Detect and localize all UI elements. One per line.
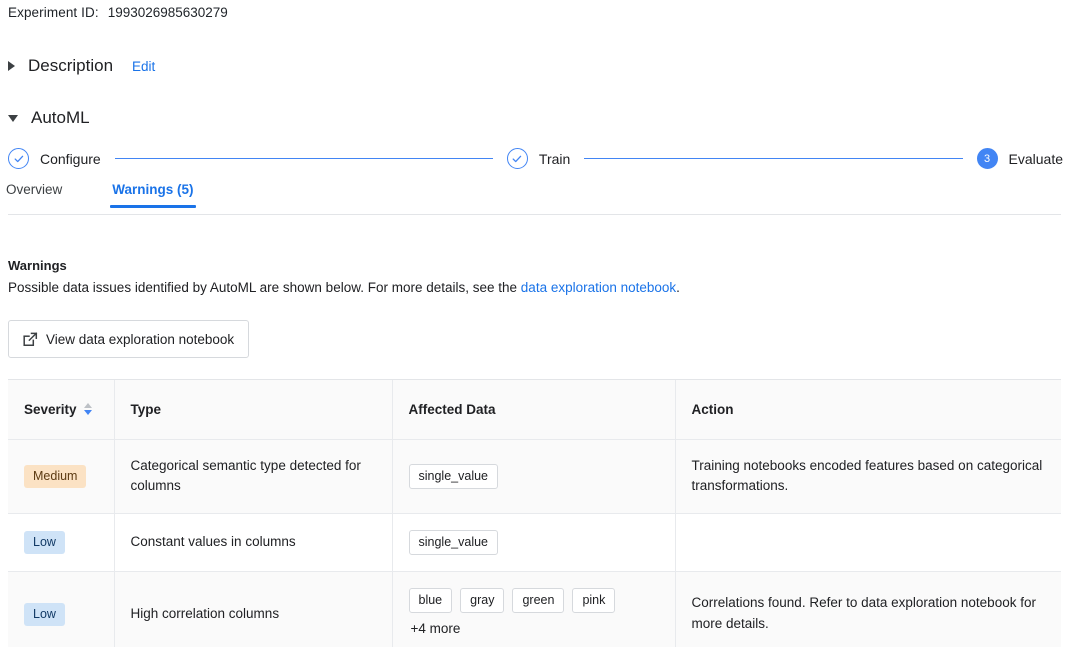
affected-data-chip: green bbox=[512, 588, 565, 614]
sort-up-arrow-icon bbox=[83, 403, 92, 409]
step-label-evaluate: Evaluate bbox=[1008, 150, 1064, 167]
description-section-header[interactable]: Description Edit bbox=[8, 56, 155, 76]
cell-affected-data: single_value bbox=[392, 439, 676, 514]
experiment-id-value: 1993026985630279 bbox=[107, 5, 228, 20]
step-number-badge: 3 bbox=[976, 148, 998, 169]
check-circle-icon bbox=[8, 148, 29, 169]
affected-data-more-link[interactable]: +4 more bbox=[411, 619, 461, 640]
chevron-right-icon[interactable] bbox=[8, 61, 15, 71]
step-train[interactable]: Train bbox=[506, 148, 571, 169]
view-notebook-button-label: View data exploration notebook bbox=[46, 331, 235, 347]
sort-down-arrow-icon bbox=[83, 410, 92, 416]
cell-severity: Low bbox=[8, 513, 115, 572]
tab-warnings[interactable]: Warnings (5) bbox=[110, 182, 196, 208]
table-row[interactable]: Low Constant values in columns single_va… bbox=[8, 513, 1061, 572]
tabs-divider bbox=[8, 214, 1061, 215]
cell-type: Categorical semantic type detected for c… bbox=[114, 439, 393, 514]
status-badge: Medium bbox=[24, 464, 87, 488]
external-link-icon bbox=[22, 331, 39, 348]
status-badge: Low bbox=[24, 602, 65, 626]
experiment-id-label: Experiment ID: bbox=[8, 5, 99, 20]
chevron-down-icon[interactable] bbox=[8, 114, 18, 122]
warnings-table-head: Severity Type Affected Data Action bbox=[8, 380, 1061, 440]
automl-stepper: Configure Train 3 Evaluate bbox=[8, 148, 1063, 169]
cell-action: Training notebooks encoded features base… bbox=[675, 439, 1061, 514]
step-connector-2 bbox=[584, 157, 963, 160]
automl-experiment-page: Experiment ID: 1993026985630279 Descript… bbox=[0, 0, 1069, 647]
automl-section-title: AutoML bbox=[31, 108, 90, 127]
affected-data-chip: single_value bbox=[408, 530, 498, 556]
step-evaluate[interactable]: 3 Evaluate bbox=[976, 148, 1064, 169]
status-badge: Low bbox=[24, 531, 65, 555]
cell-type: Constant values in columns bbox=[114, 513, 393, 572]
cell-severity: Low bbox=[8, 571, 115, 647]
column-header-type[interactable]: Type bbox=[114, 380, 393, 440]
warnings-description-suffix: . bbox=[676, 280, 680, 295]
table-row[interactable]: Low High correlation columns blue gray g… bbox=[8, 571, 1061, 647]
warnings-table-body: Medium Categorical semantic type detecte… bbox=[8, 439, 1061, 647]
affected-data-chip-list: blue gray green pink +4 more bbox=[408, 588, 659, 640]
cell-action bbox=[675, 514, 1061, 572]
sort-descending-icon[interactable] bbox=[83, 403, 92, 416]
column-header-affected-data[interactable]: Affected Data bbox=[392, 380, 676, 440]
cell-affected-data: blue gray green pink +4 more bbox=[392, 571, 676, 647]
view-data-exploration-notebook-button[interactable]: View data exploration notebook bbox=[8, 320, 250, 358]
edit-description-link[interactable]: Edit bbox=[132, 59, 155, 74]
affected-data-chip-list: single_value bbox=[408, 530, 659, 556]
automl-section-header[interactable]: AutoML bbox=[8, 108, 90, 128]
affected-data-chip: pink bbox=[572, 588, 616, 614]
table-header-row: Severity Type Affected Data Action bbox=[8, 380, 1061, 440]
table-row[interactable]: Medium Categorical semantic type detecte… bbox=[8, 439, 1061, 514]
affected-data-chip: blue bbox=[408, 588, 453, 614]
description-section-title: Description bbox=[28, 56, 114, 75]
step-label-train: Train bbox=[538, 150, 571, 167]
warnings-description: Possible data issues identified by AutoM… bbox=[8, 280, 680, 295]
check-circle-icon bbox=[506, 148, 528, 169]
column-header-action[interactable]: Action bbox=[675, 380, 1061, 440]
tab-overview[interactable]: Overview bbox=[6, 182, 62, 208]
automl-tabs: Overview Warnings (5) bbox=[0, 182, 1063, 215]
column-header-severity-label: Severity bbox=[24, 401, 77, 417]
step-label-configure: Configure bbox=[40, 150, 101, 167]
experiment-id-row: Experiment ID: 1993026985630279 bbox=[8, 5, 228, 20]
warnings-description-prefix: Possible data issues identified by AutoM… bbox=[8, 280, 521, 295]
affected-data-chip: single_value bbox=[408, 463, 498, 489]
cell-severity: Medium bbox=[8, 439, 115, 514]
affected-data-chip: gray bbox=[460, 588, 505, 614]
data-exploration-notebook-link[interactable]: data exploration notebook bbox=[521, 280, 676, 295]
warnings-heading: Warnings bbox=[8, 258, 67, 273]
warnings-table: Severity Type Affected Data Action Mediu… bbox=[8, 380, 1061, 647]
cell-affected-data: single_value bbox=[392, 513, 676, 572]
step-configure[interactable]: Configure bbox=[8, 148, 101, 169]
affected-data-chip-list: single_value bbox=[408, 463, 659, 489]
warnings-table-container: Severity Type Affected Data Action Mediu… bbox=[8, 379, 1061, 647]
step-connector-1 bbox=[114, 157, 493, 160]
cell-type: High correlation columns bbox=[114, 571, 393, 647]
column-header-severity[interactable]: Severity bbox=[8, 380, 115, 440]
cell-action: Correlations found. Refer to data explor… bbox=[675, 571, 1061, 647]
